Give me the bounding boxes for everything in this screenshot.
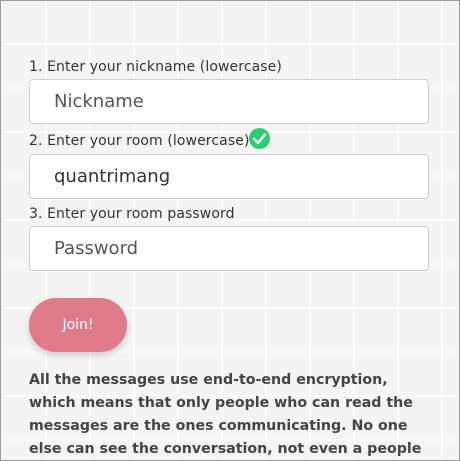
nickname-label: 1. Enter your nickname (lowercase) bbox=[29, 59, 282, 75]
password-label: 3. Enter your room password bbox=[29, 206, 235, 222]
join-button[interactable]: Join! bbox=[29, 298, 127, 352]
room-label: 2. Enter your room (lowercase) bbox=[29, 133, 250, 149]
password-input[interactable] bbox=[29, 226, 429, 271]
chat-join-panel: ​ 1. Enter your nickname (lowercase) 2. … bbox=[0, 0, 460, 461]
room-input[interactable] bbox=[29, 154, 429, 199]
check-circle-icon bbox=[248, 127, 271, 150]
nickname-input[interactable] bbox=[29, 79, 429, 124]
encryption-note: All the messages use end-to-end encrypti… bbox=[29, 372, 422, 457]
